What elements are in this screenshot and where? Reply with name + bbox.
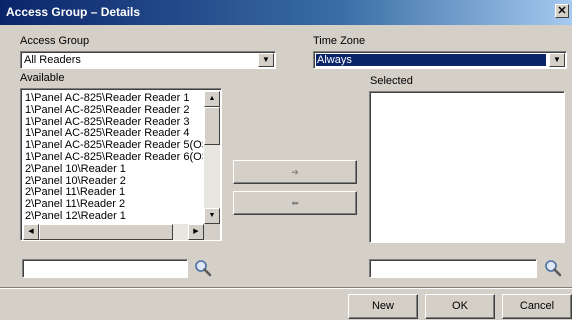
close-icon: ✕ [557,5,567,17]
available-items: 1\Panel AC-825\Reader Reader 1 1\Panel AC… [25,93,203,223]
scroll-up-icon[interactable]: ▲ [204,91,220,107]
list-item[interactable]: 1\Panel AC-825\Reader Reader 4 [25,128,203,140]
list-item[interactable]: 2\Panel 11\Reader 1 [25,187,203,199]
available-list[interactable]: 1\Panel AC-825\Reader Reader 1 1\Panel AC… [20,88,222,241]
arrow-right-icon: ➔ [291,167,299,177]
list-item[interactable]: 2\Panel 12\Reader 1 [25,211,203,223]
access-group-value: All Readers [24,54,81,66]
close-button[interactable]: ✕ [555,4,569,18]
time-zone-label: Time Zone [313,35,366,47]
list-item[interactable]: 1\Panel AC-825\Reader Reader 3 [25,117,203,129]
scroll-right-icon[interactable]: ▶ [188,224,204,240]
access-group-select[interactable]: All Readers ▼ [20,51,276,69]
chevron-down-icon[interactable]: ▼ [549,53,565,67]
add-selected-button[interactable]: ➔ [233,160,357,184]
scroll-corner [204,224,220,240]
available-label: Available [20,72,65,84]
selected-list[interactable] [369,91,565,243]
selected-label: Selected [370,75,413,87]
list-item[interactable]: 2\Panel 10\Reader 1 [25,164,203,176]
search-icon[interactable] [543,258,563,278]
search-icon[interactable] [193,258,213,278]
scroll-thumb[interactable] [204,107,220,145]
scroll-left-icon[interactable]: ◀ [23,224,39,240]
access-group-label: Access Group [20,35,90,47]
horizontal-scrollbar[interactable]: ◀ ▶ [23,224,204,240]
remove-selected-button[interactable]: ⬅ [233,191,357,215]
time-zone-value: Always [316,54,546,66]
list-item[interactable]: 1\Panel AC-825\Reader Reader 5(OS [25,140,203,152]
list-item[interactable]: 1\Panel AC-825\Reader Reader 6(OS [25,152,203,164]
scroll-thumb[interactable] [39,224,173,240]
time-zone-select[interactable]: Always ▼ [313,51,567,69]
list-item[interactable]: 2\Panel 11\Reader 2 [25,199,203,211]
chevron-down-icon[interactable]: ▼ [258,53,274,67]
scroll-down-icon[interactable]: ▼ [204,208,220,224]
divider [0,287,572,289]
vertical-scrollbar[interactable]: ▲ ▼ [204,91,220,224]
cancel-button[interactable]: Cancel [502,294,572,319]
list-item[interactable]: 1\Panel AC-825\Reader Reader 2 [25,105,203,117]
list-item[interactable]: 2\Panel 10\Reader 2 [25,176,203,188]
list-item[interactable]: 1\Panel AC-825\Reader Reader 1 [25,93,203,105]
ok-button[interactable]: OK [425,294,495,319]
arrow-left-icon: ⬅ [291,198,299,208]
available-search-input[interactable] [22,259,188,278]
selected-search-input[interactable] [369,259,537,278]
new-button[interactable]: New [348,294,418,319]
window-title: Access Group – Details [6,5,141,19]
